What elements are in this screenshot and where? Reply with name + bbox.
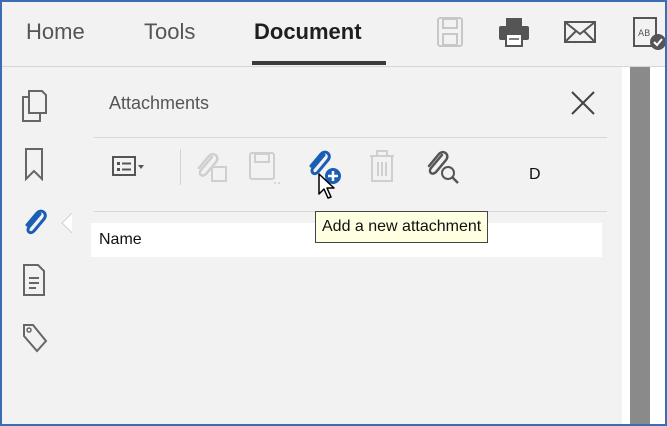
- tags-icon[interactable]: [20, 321, 48, 355]
- email-icon[interactable]: [562, 14, 598, 50]
- page-properties-icon[interactable]: [20, 263, 48, 297]
- document-edge: [650, 67, 665, 424]
- open-attachment-icon[interactable]: [192, 147, 232, 187]
- menu-tools[interactable]: Tools: [144, 19, 195, 45]
- panel-divider-top: [94, 137, 607, 138]
- delete-attachment-icon[interactable]: [362, 147, 402, 187]
- save-attachment-icon[interactable]: [244, 147, 284, 187]
- svg-text:AB: AB: [638, 29, 650, 39]
- save-icon[interactable]: [432, 14, 468, 50]
- active-menu-underline: [252, 61, 386, 65]
- tooltip: Add a new attachment: [315, 211, 489, 243]
- app-window: Home Tools Document AB Attachments Name …: [0, 0, 667, 426]
- menu-bar: Home Tools Document AB: [2, 2, 666, 67]
- toolbar-separator: [180, 149, 181, 185]
- print-icon[interactable]: [496, 14, 532, 50]
- view-options-icon[interactable]: [110, 147, 150, 187]
- document-check-icon[interactable]: AB: [630, 14, 666, 50]
- mouse-cursor-icon: [318, 173, 335, 199]
- document-scrollbar[interactable]: [630, 67, 650, 424]
- panel-title: Attachments: [109, 93, 210, 113]
- close-icon[interactable]: [564, 87, 600, 119]
- attachments-list[interactable]: Name: [91, 223, 602, 424]
- attachments-panel: Attachments Name: [72, 67, 622, 424]
- menu-document[interactable]: Document: [254, 19, 362, 45]
- attachment-icon[interactable]: [20, 204, 48, 238]
- search-attachment-icon[interactable]: [422, 147, 462, 187]
- column-header-name[interactable]: Name: [99, 231, 142, 249]
- pages-icon[interactable]: [20, 89, 48, 123]
- column-header-description[interactable]: D: [529, 166, 541, 184]
- selected-indicator-icon: [61, 213, 72, 233]
- menu-home[interactable]: Home: [26, 19, 85, 45]
- bookmark-icon[interactable]: [20, 147, 48, 181]
- navigation-rail: [2, 67, 72, 424]
